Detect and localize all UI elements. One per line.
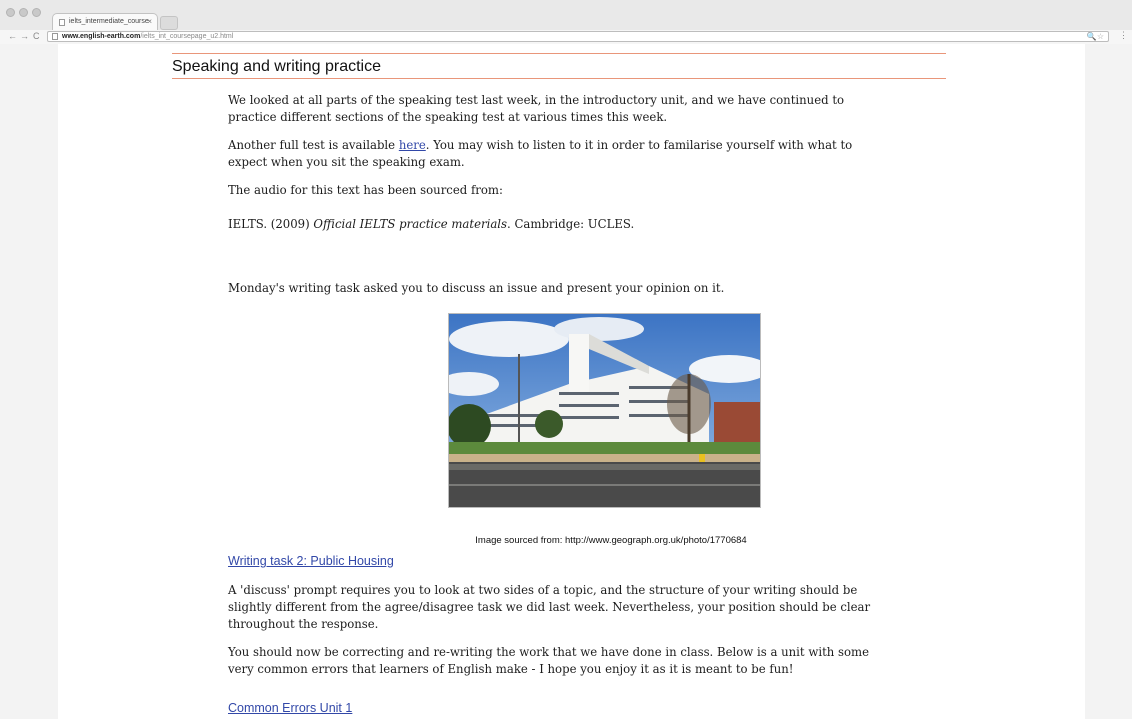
intro-paragraph: We looked at all parts of the speaking t…	[228, 93, 845, 124]
reload-icon[interactable]: C	[33, 31, 40, 42]
section-heading: Speaking and writing practice	[172, 53, 946, 79]
citation-paragraph: IELTS. (2009) Official IELTS practice ma…	[228, 217, 635, 231]
forward-arrow-icon[interactable]: →	[20, 31, 29, 42]
discuss-prompt-paragraph: A 'discuss' prompt requires you to look …	[228, 583, 871, 631]
audio-source-paragraph: The audio for this text has been sourced…	[228, 183, 503, 197]
image-caption: Image sourced from: http://www.geograph.…	[475, 535, 747, 546]
page-margin	[1085, 44, 1132, 719]
menu-icon[interactable]: ⋮	[1119, 30, 1128, 41]
here-link[interactable]: here	[399, 138, 426, 152]
tab-title: ielts_intermediate_course	[69, 18, 149, 25]
page-icon	[52, 33, 58, 40]
page-body: Speaking and writing practice We looked …	[58, 44, 1085, 719]
back-arrow-icon[interactable]: ←	[8, 31, 17, 42]
browser-chrome: ielts_intermediate_course × ← → C www.en…	[0, 0, 1132, 44]
full-test-paragraph: Another full test is available here. You…	[228, 138, 853, 169]
correcting-paragraph: You should now be correcting and re-writ…	[228, 645, 870, 676]
public-housing-photo	[448, 313, 761, 508]
page-favicon-icon	[59, 19, 65, 26]
address-bar[interactable]: www.english-earth.com/ielts_int_coursepa…	[47, 31, 1109, 42]
url-path: /ielts_int_coursepage_u2.html	[140, 33, 234, 40]
maximize-window-button[interactable]	[32, 8, 41, 17]
close-tab-icon[interactable]: ×	[147, 17, 152, 26]
url-host: www.english-earth.com	[62, 33, 141, 40]
common-errors-link[interactable]: Common Errors Unit 1	[228, 700, 352, 717]
writing-task-link[interactable]: Writing task 2: Public Housing	[228, 553, 394, 570]
close-window-button[interactable]	[6, 8, 15, 17]
monday-task-paragraph: Monday's writing task asked you to discu…	[228, 281, 725, 295]
building-image	[449, 314, 760, 507]
window-controls	[6, 8, 41, 17]
zoom-bookmark-icon[interactable]: 🔍☆	[1087, 32, 1104, 41]
new-tab-button[interactable]	[160, 16, 178, 30]
minimize-window-button[interactable]	[19, 8, 28, 17]
